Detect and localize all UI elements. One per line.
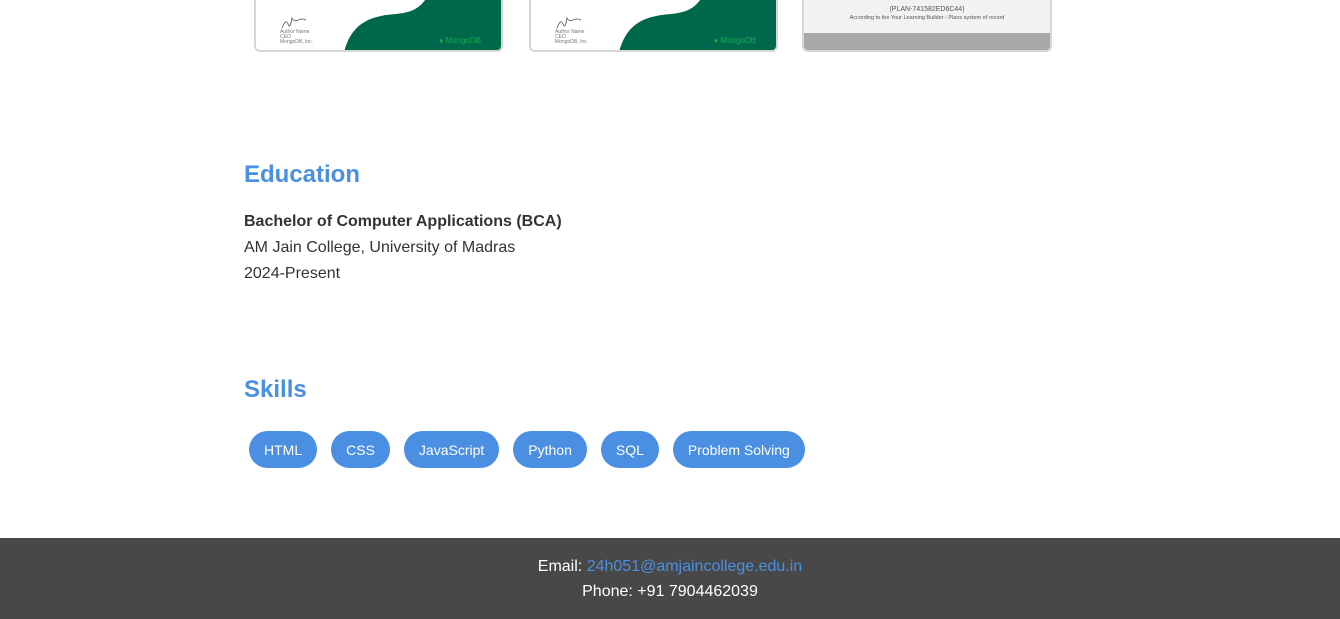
skill-tag-javascript[interactable]: JavaScript (403, 431, 500, 468)
plan-id: (PLAN-741582ED6C44) (889, 6, 965, 13)
email-line: Email: 24h051@amjaincollege.edu.in (0, 558, 1340, 576)
mongodb-logo: ♦ MongoDB (714, 36, 756, 45)
certificate-card[interactable]: Author Name CEO MongoDB, Inc. ♦ MongoDB (529, 0, 778, 52)
education-years: 2024-Present (244, 265, 341, 282)
email-link[interactable]: 24h051@amjaincollege.edu.in (587, 558, 803, 575)
degree-name: Bachelor of Computer Applications (BCA) (244, 213, 562, 230)
skill-tag-css[interactable]: CSS (331, 431, 390, 468)
skill-tag-problem-solving[interactable]: Problem Solving (672, 431, 805, 468)
certificate-card[interactable]: (PLAN-741582ED6C44) According to the You… (802, 0, 1052, 52)
email-label: Email: (537, 558, 583, 575)
certificate-card[interactable]: Author Name CEO MongoDB, Inc. ♦ MongoDB (254, 0, 503, 52)
mongodb-logo: ♦ MongoDB (439, 36, 481, 45)
leaf-icon: ♦ (439, 36, 444, 45)
skills-list: HTML CSS JavaScript Python SQL Problem S… (249, 431, 805, 468)
plan-note: According to the Your Learning Builder -… (849, 15, 1005, 21)
certificates-gallery: Author Name CEO MongoDB, Inc. ♦ MongoDB Au… (0, 0, 1340, 60)
leaf-icon: ♦ (714, 36, 719, 45)
phone-line: Phone: +91 7904462039 (582, 583, 758, 600)
certificate-footer-bar (804, 33, 1050, 50)
contact-footer: Email: 24h051@amjaincollege.edu.in Phone… (0, 538, 1340, 619)
skill-tag-html[interactable]: HTML (249, 431, 318, 468)
education-heading: Education (244, 161, 361, 188)
skill-tag-sql[interactable]: SQL (600, 431, 659, 468)
skills-heading: Skills (244, 376, 307, 403)
institution-name: AM Jain College, University of Madras (244, 239, 516, 256)
skill-tag-python[interactable]: Python (513, 431, 587, 468)
